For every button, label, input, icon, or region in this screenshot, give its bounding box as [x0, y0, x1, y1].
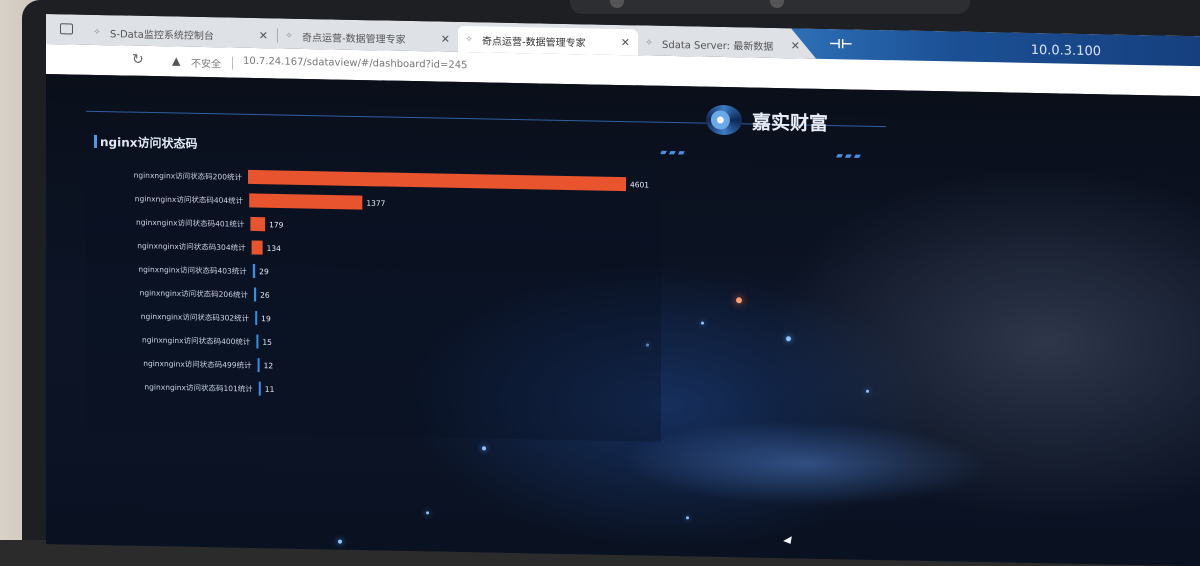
- star-decoration: [866, 389, 869, 393]
- star-decoration: [701, 321, 704, 325]
- star-decoration: [786, 336, 791, 342]
- category-label: nginxnginx访问状态码304统计: [137, 240, 246, 252]
- tab-data-expert-2[interactable]: ⟡ 奇点运营-数据管理专家 ✕: [458, 25, 638, 56]
- bar[interactable]: [255, 311, 258, 326]
- star-decoration: [686, 516, 689, 520]
- panel-title-text: nginx访问状态码: [100, 135, 198, 151]
- bar[interactable]: [251, 240, 263, 255]
- security-label[interactable]: 不安全: [191, 55, 221, 71]
- browser-window: ⟡ S-Data监控系统控制台 ✕ ⟡ 奇点运营-数据管理专家 ✕ ⟡ 奇点运营…: [46, 14, 1200, 566]
- close-icon[interactable]: ✕: [791, 39, 800, 52]
- value-label: 26: [260, 291, 270, 300]
- bar[interactable]: [258, 381, 261, 396]
- star-decoration: [338, 539, 342, 544]
- favicon-icon: ⟡: [466, 34, 472, 45]
- reload-icon[interactable]: ↻: [132, 52, 144, 68]
- tab-data-expert-1[interactable]: ⟡ 奇点运营-数据管理专家 ✕: [278, 22, 458, 51]
- logo-icon: [706, 104, 742, 136]
- value-label: 11: [265, 385, 275, 394]
- mouse-cursor: [783, 536, 795, 547]
- camera-lens: [610, 0, 624, 8]
- value-label: 4601: [630, 180, 649, 189]
- bar[interactable]: [256, 334, 259, 349]
- header-dashes: ▰▰▰: [660, 147, 687, 159]
- category-label: nginxnginx访问状态码302统计: [141, 311, 250, 323]
- value-label: 19: [261, 314, 271, 323]
- webcam-bar: [570, 0, 970, 14]
- new-tab-icon[interactable]: ⊣⊢: [829, 37, 853, 52]
- brand-name: 嘉实财富: [752, 111, 829, 135]
- bar[interactable]: [248, 169, 626, 192]
- value-label: 15: [262, 338, 272, 347]
- category-label: nginxnginx访问状态码400统计: [142, 334, 251, 346]
- category-label: nginxnginx访问状态码401统计: [136, 217, 245, 229]
- camera-lens: [770, 0, 784, 8]
- favicon-icon: ⟡: [286, 30, 292, 41]
- category-label: nginxnginx访问状态码403统计: [138, 264, 247, 276]
- dashboard-canvas: ▰▰▰ ▰▰▰ 嘉实财富 nginx访问状态码 nginxnginx访问状态码2…: [46, 74, 1200, 566]
- tab-title: 奇点运营-数据管理专家: [482, 35, 586, 49]
- star-decoration: [426, 511, 429, 515]
- favicon-icon: ⟡: [646, 37, 652, 48]
- category-label: nginxnginx访问状态码101统计: [144, 381, 253, 393]
- value-label: 29: [259, 267, 269, 276]
- tab-sdata-console[interactable]: ⟡ S-Data监控系统控制台 ✕: [86, 19, 276, 49]
- tab-title: Sdata Server: 最新数据: [662, 39, 774, 53]
- url-field[interactable]: 10.7.24.167/sdataview/#/dashboard?id=245: [243, 56, 467, 71]
- bar[interactable]: [252, 263, 256, 279]
- tab-title: S-Data监控系统控制台: [110, 28, 214, 42]
- close-icon[interactable]: ✕: [441, 32, 450, 45]
- bar[interactable]: [257, 358, 260, 373]
- divider: [232, 56, 233, 70]
- close-icon[interactable]: ✕: [259, 29, 268, 42]
- header-dashes: ▰▰▰: [836, 151, 863, 162]
- category-label: nginxnginx访问状态码206统计: [140, 287, 249, 299]
- brand-logo: 嘉实财富: [706, 104, 829, 137]
- value-label: 1377: [366, 199, 385, 208]
- header-divider: [86, 110, 606, 122]
- bar[interactable]: [249, 193, 363, 210]
- value-label: 134: [267, 244, 282, 253]
- category-label: nginxnginx访问状态码404统计: [135, 193, 244, 205]
- tab-title: 奇点运营-数据管理专家: [302, 32, 406, 46]
- star-decoration: [482, 446, 486, 451]
- bar-chart: nginxnginx访问状态码200统计 4601 nginxnginx访问状态码4…: [134, 169, 649, 396]
- ip-address: 10.0.3.100: [1030, 42, 1101, 60]
- value-label: 179: [269, 220, 284, 229]
- panel-title: nginx访问状态码: [94, 133, 198, 152]
- tab-search-icon[interactable]: [60, 23, 73, 35]
- status-code-panel: nginx访问状态码 nginxnginx访问状态码200统计 4601 nginx…: [86, 130, 661, 442]
- bar[interactable]: [254, 287, 257, 302]
- tab-sdata-server[interactable]: ⟡ Sdata Server: 最新数据 ✕: [638, 29, 808, 58]
- category-label: nginxnginx访问状态码200统计: [134, 170, 243, 182]
- favicon-icon: ⟡: [94, 26, 100, 38]
- category-label: nginxnginx访问状态码499统计: [143, 358, 252, 370]
- close-icon[interactable]: ✕: [621, 36, 630, 49]
- status-code-chart: nginxnginx访问状态码200统计 4601 nginxnginx访问状态码4…: [86, 131, 661, 446]
- star-decoration: [736, 297, 742, 304]
- value-label: 12: [264, 361, 274, 370]
- warning-icon[interactable]: ▲: [172, 54, 180, 67]
- title-accent: [94, 134, 97, 148]
- bar[interactable]: [250, 216, 266, 232]
